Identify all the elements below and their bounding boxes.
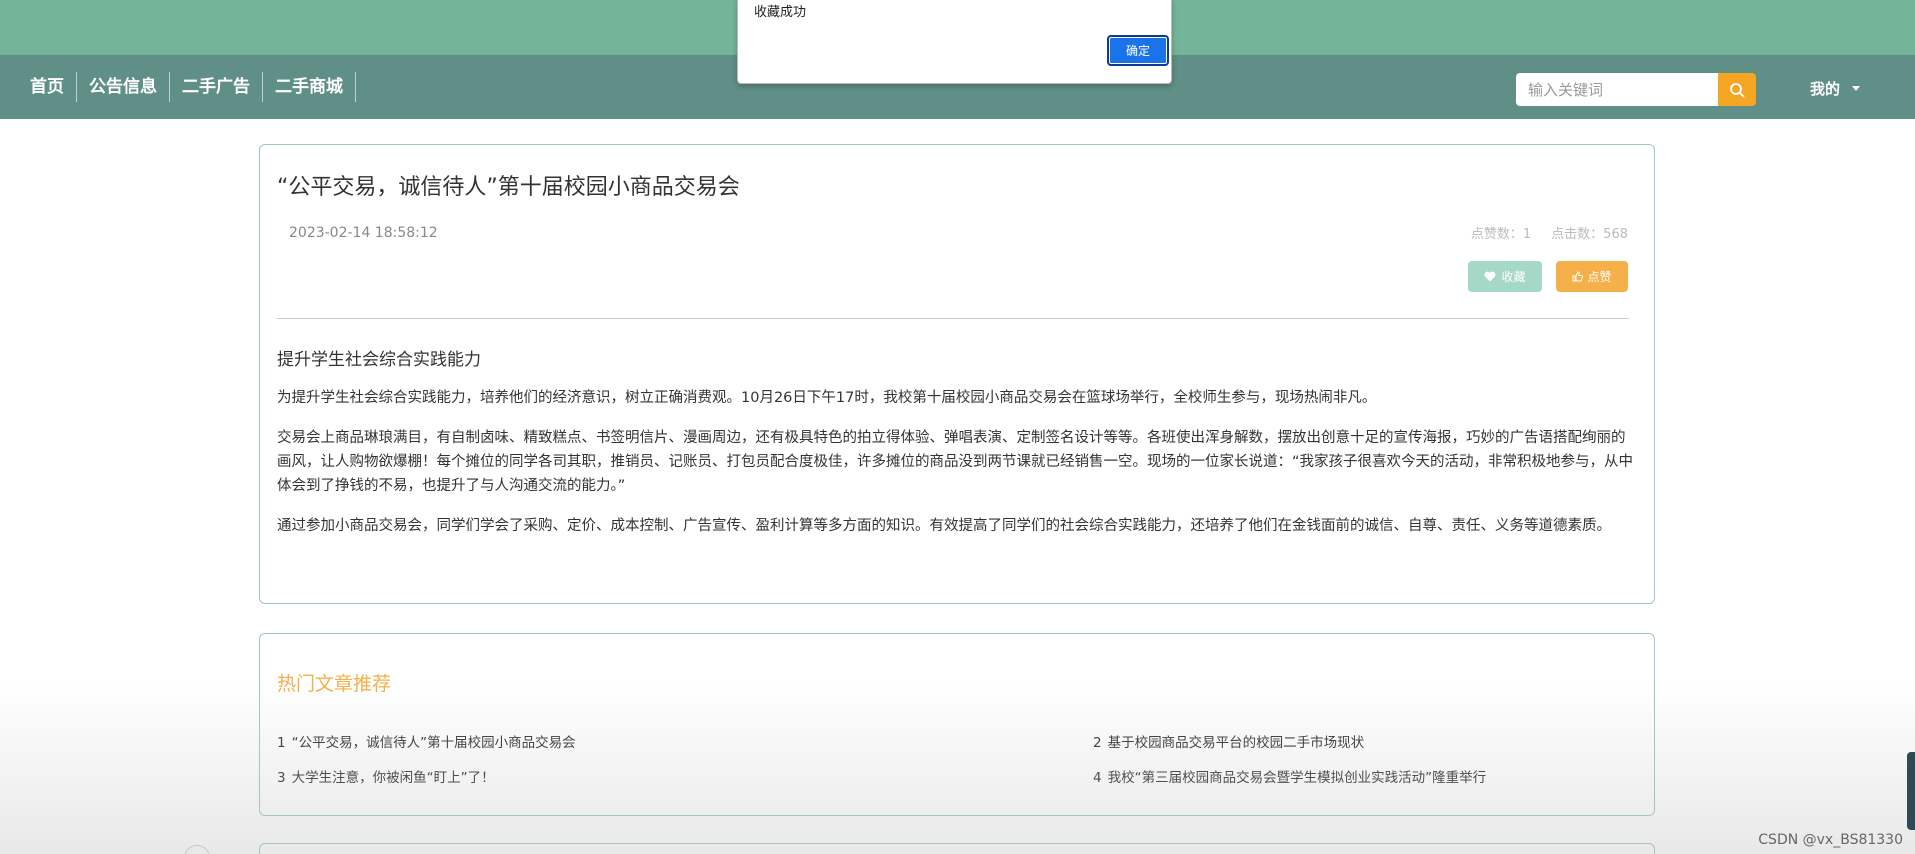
clicks-count: 点击数：568 xyxy=(1551,227,1628,242)
hot-article-item[interactable]: 1 “公平交易，诚信待人”第十届校园小商品交易会 xyxy=(277,731,576,751)
article-title: “公平交易，诚信待人”第十届校园小商品交易会 xyxy=(277,175,740,200)
alert-ok-button[interactable]: 确定 xyxy=(1107,35,1169,66)
hot-article-item[interactable]: 3 大学生注意，你被闲鱼“盯上”了！ xyxy=(277,766,495,786)
heart-icon xyxy=(1484,271,1497,282)
chevron-down-icon xyxy=(1852,86,1861,91)
nav-item-notices[interactable]: 公告信息 xyxy=(77,72,170,102)
hot-article-link[interactable]: 我校“第三届校园商品交易会暨学生模拟创业实践活动”隆重举行 xyxy=(1108,770,1487,786)
hot-article-number: 3 xyxy=(277,770,286,786)
nav-item-used-ads[interactable]: 二手广告 xyxy=(170,72,263,102)
like-button-label: 点赞 xyxy=(1587,270,1612,284)
hot-article-item[interactable]: 4 我校“第三届校园商品交易会暨学生模拟创业实践活动”隆重举行 xyxy=(1093,766,1486,786)
hot-article-link[interactable]: 大学生注意，你被闲鱼“盯上”了！ xyxy=(292,770,495,786)
user-menu[interactable]: 我的 xyxy=(1810,78,1861,99)
hot-article-link[interactable]: “公平交易，诚信待人”第十届校园小商品交易会 xyxy=(292,735,576,751)
search-input[interactable] xyxy=(1516,73,1718,106)
alert-dialog: 收藏成功 确定 xyxy=(737,0,1172,84)
article-paragraph-2: 交易会上商品琳琅满目，有自制卤味、精致糕点、书签明信片、漫画周边，还有极具特色的… xyxy=(277,430,1634,494)
circle-decoration xyxy=(184,845,210,854)
likes-count: 点赞数：1 xyxy=(1470,227,1532,242)
nav-menu: 首页 公告信息 二手广告 二手商城 xyxy=(0,55,356,119)
search-button[interactable] xyxy=(1718,73,1756,106)
search-box xyxy=(1516,73,1756,106)
scrollbar-handle[interactable] xyxy=(1907,752,1915,830)
article-date: 2023-02-14 18:58:12 xyxy=(289,225,438,241)
divider xyxy=(277,318,1629,319)
favorite-button[interactable]: 收藏 xyxy=(1468,261,1542,292)
hot-articles-title: 热门文章推荐 xyxy=(277,673,392,695)
article-paragraph-3: 通过参加小商品交易会，同学们学会了采购、定价、成本控制、广告宣传、盈利计算等多方… xyxy=(277,518,1611,534)
hot-articles-card: 热门文章推荐 1 “公平交易，诚信待人”第十届校园小商品交易会 2 基于校园商品交易… xyxy=(259,633,1655,816)
hot-article-number: 2 xyxy=(1093,735,1102,751)
csdn-watermark: CSDN @vx_BS81330 xyxy=(1758,832,1903,848)
next-section-card xyxy=(259,843,1655,854)
user-menu-label: 我的 xyxy=(1810,80,1841,98)
hot-article-number: 1 xyxy=(277,735,286,751)
nav-item-used-mall[interactable]: 二手商城 xyxy=(263,72,356,102)
article-paragraph-1: 为提升学生社会综合实践能力，培养他们的经济意识，树立正确消费观。10月26日下午… xyxy=(277,390,1377,406)
hot-article-number: 4 xyxy=(1093,770,1102,786)
article-subtitle: 提升学生社会综合实践能力 xyxy=(277,350,481,370)
like-button[interactable]: 点赞 xyxy=(1556,261,1628,292)
search-icon xyxy=(1730,82,1745,97)
article-stats: 点赞数：1 点击数：568 xyxy=(1471,223,1628,242)
alert-message: 收藏成功 xyxy=(754,5,807,20)
favorite-button-label: 收藏 xyxy=(1501,270,1526,284)
hot-article-link[interactable]: 基于校园商品交易平台的校园二手市场现状 xyxy=(1108,735,1365,751)
hot-article-item[interactable]: 2 基于校园商品交易平台的校园二手市场现状 xyxy=(1093,731,1364,751)
article-card: “公平交易，诚信待人”第十届校园小商品交易会 2023-02-14 18:58:… xyxy=(259,144,1655,604)
thumbs-up-icon xyxy=(1573,271,1584,282)
nav-item-home[interactable]: 首页 xyxy=(18,72,77,102)
article-content: 提升学生社会综合实践能力 为提升学生社会综合实践能力，培养他们的经济意识，树立正… xyxy=(277,345,1637,554)
